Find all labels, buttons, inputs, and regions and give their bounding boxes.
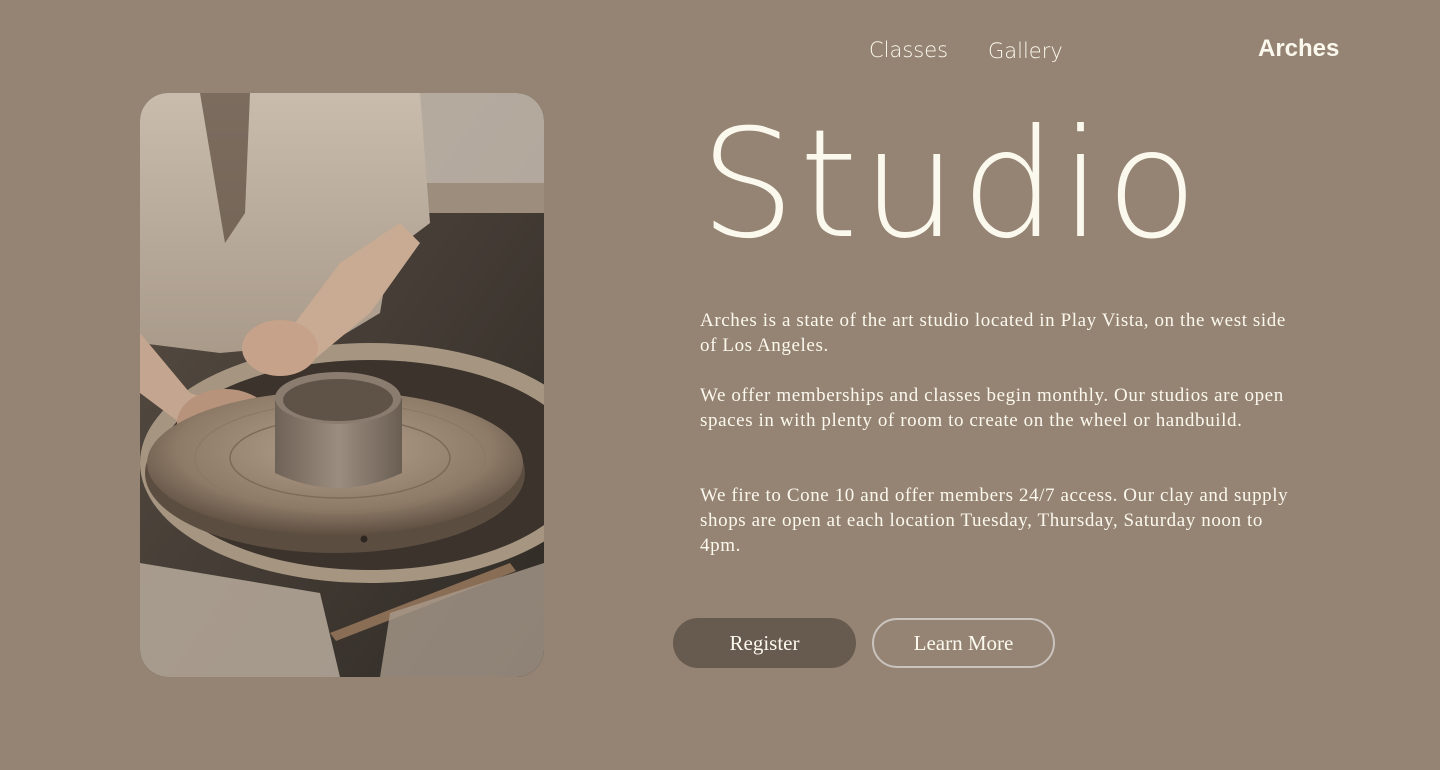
hero-photo	[140, 93, 544, 677]
learn-more-button[interactable]: Learn More	[872, 618, 1055, 668]
page-title: Studio	[700, 98, 1202, 272]
register-button[interactable]: Register	[673, 618, 856, 668]
memberships-paragraph: We offer memberships and classes begin m…	[700, 385, 1284, 431]
hours-paragraph: We fire to Cone 10 and offer members 24/…	[700, 485, 1289, 556]
nav-link-gallery[interactable]: Gallery	[988, 39, 1063, 63]
intro-paragraph: Arches is a state of the art studio loca…	[700, 310, 1286, 356]
pottery-wheel-photo	[140, 93, 544, 677]
nav-link-classes[interactable]: Classes	[869, 38, 948, 62]
brand-logo[interactable]: Arches	[1258, 35, 1339, 63]
